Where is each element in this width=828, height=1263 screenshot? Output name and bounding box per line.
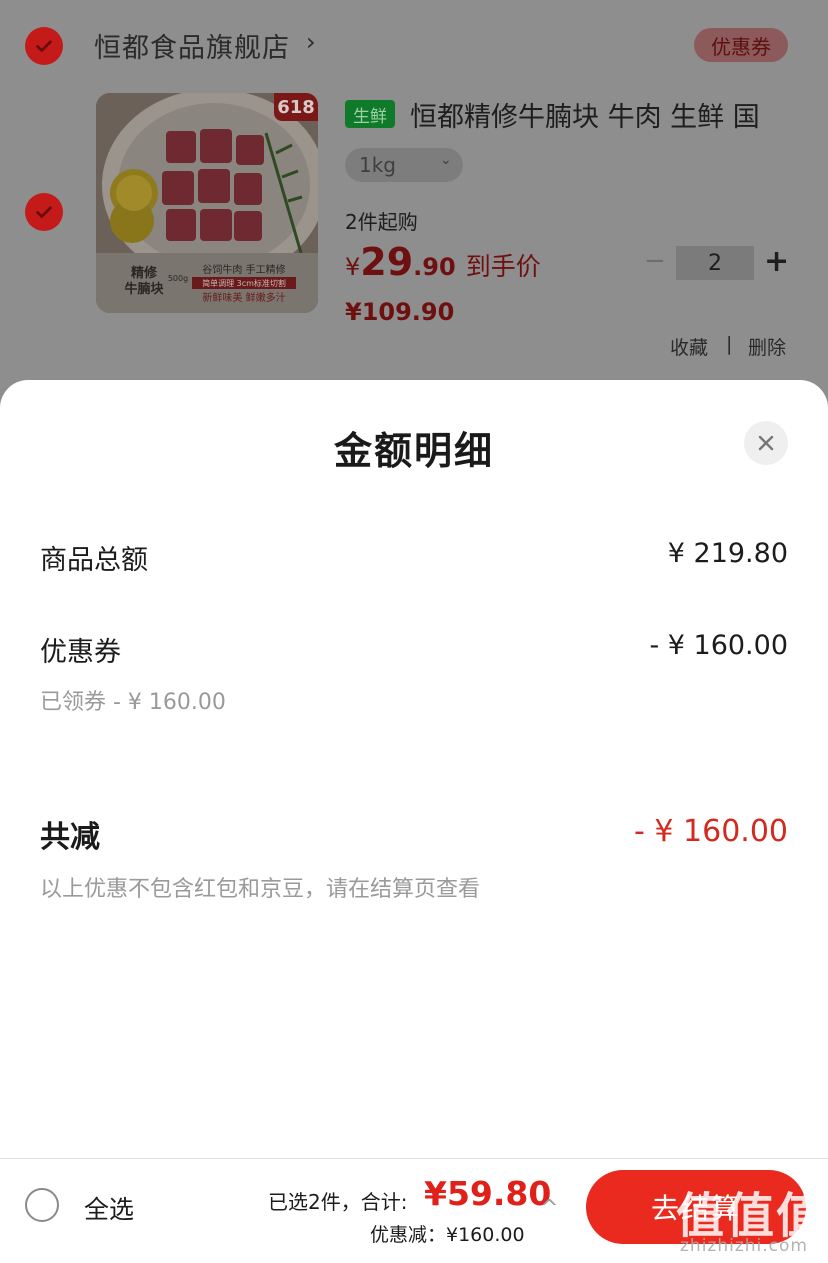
chevron-right-icon[interactable]: › [306, 28, 316, 56]
currency-symbol: ¥ [345, 253, 361, 281]
quantity-decrease-button[interactable]: − [644, 246, 666, 276]
beef-product-illustration: 精修 牛腩块 500g 谷饲牛肉 手工精修 简单调理 3cm标准切割 新鲜味美 … [96, 93, 318, 313]
quantity-increase-button[interactable]: + [764, 244, 789, 279]
coupon-note: 已领券 - ¥ 160.00 [40, 690, 226, 715]
price-decimal: .90 [413, 253, 456, 281]
product-checkbox[interactable] [25, 193, 63, 231]
image-caption-weight: 500g [168, 274, 188, 283]
image-caption-2: 简单调理 3cm标准切割 [202, 278, 286, 288]
favorite-button[interactable]: 收藏 [670, 333, 708, 360]
delete-button[interactable]: 删除 [748, 333, 786, 360]
sheet-title: 金额明细 [333, 429, 494, 473]
close-icon [758, 435, 774, 451]
price-integer: 29 [360, 240, 414, 284]
total-reduce-label: 共减 [40, 820, 100, 855]
image-caption-1: 谷饲牛肉 手工精修 [202, 263, 285, 276]
spec-value: 1kg [359, 153, 397, 177]
product-image[interactable]: 精修 牛腩块 500g 谷饲牛肉 手工精修 简单调理 3cm标准切割 新鲜味美 … [96, 93, 318, 313]
min-purchase-note: 2件起购 [345, 210, 418, 234]
select-all-radio[interactable] [25, 1188, 59, 1222]
goods-total-label: 商品总额 [40, 545, 148, 576]
coupon-label: 优惠券 [40, 637, 121, 668]
discount-footnote: 以上优惠不包含红包和京豆，请在结算页查看 [40, 877, 481, 902]
image-caption-left-1: 精修 [131, 265, 158, 281]
quantity-input[interactable]: 2 [676, 246, 754, 280]
cart-total: ¥59.80 [424, 1174, 552, 1213]
original-price: ¥109.90 [345, 298, 455, 326]
close-button[interactable] [744, 421, 788, 465]
coupon-value: - ¥ 160.00 [649, 630, 788, 661]
total-reduce-value: - ¥ 160.00 [634, 814, 788, 849]
chevron-down-icon[interactable]: ⌄ [440, 152, 452, 168]
selected-count-text: 已选2件，合计: [268, 1190, 408, 1214]
product-title[interactable]: 恒都精修牛腩块 牛肉 生鲜 国 [410, 95, 820, 134]
watermark-url: zhizhizhi.com [680, 1236, 808, 1256]
cart-discount: 优惠减：¥160.00 [370, 1224, 525, 1246]
goods-total-value: ¥ 219.80 [667, 538, 788, 569]
price-label: 到手价 [465, 252, 541, 281]
amount-detail-sheet [0, 380, 828, 1158]
chevron-up-icon[interactable]: ^ [540, 1196, 558, 1221]
check-icon [36, 40, 52, 52]
final-price: ¥29.90 到手价 [345, 240, 541, 284]
check-icon [36, 206, 52, 218]
fresh-tag: 生鲜 [345, 100, 395, 128]
action-separator: | [726, 333, 733, 355]
image-caption-3: 新鲜味美 鲜嫩多汁 [202, 291, 285, 304]
store-coupon-button[interactable]: 优惠券 [694, 28, 788, 62]
select-all-label[interactable]: 全选 [84, 1190, 134, 1226]
image-caption-left-2: 牛腩块 [124, 281, 164, 297]
store-name[interactable]: 恒都食品旗舰店 [94, 26, 290, 65]
store-checkbox[interactable] [25, 27, 63, 65]
618-badge: 618 [274, 93, 318, 121]
